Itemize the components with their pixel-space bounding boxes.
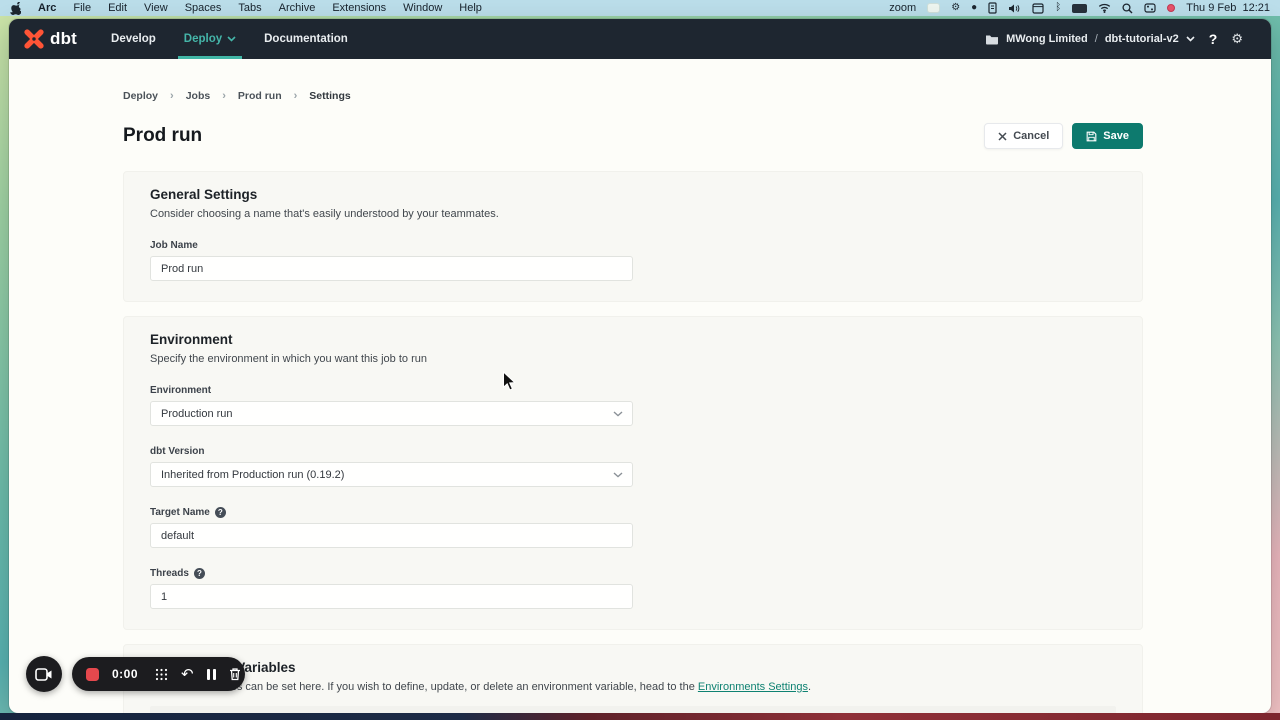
status-circle-icon[interactable]: ●: [971, 2, 977, 14]
recording-toolbar: 0:00 ↶: [72, 657, 245, 691]
video-camera-icon: [35, 668, 53, 681]
delete-recording-button[interactable]: [229, 666, 241, 682]
volume-icon[interactable]: [1008, 2, 1021, 14]
browser-window: dbt Develop Deploy Documentation MWong L…: [9, 19, 1271, 713]
help-button[interactable]: ?: [1209, 31, 1218, 47]
environment-variables-table: Inherited Value Job Override: [150, 706, 1116, 713]
gear-status-icon[interactable]: ⚙: [951, 2, 960, 14]
camera-button[interactable]: [26, 656, 62, 692]
project-name: dbt-tutorial-v2: [1105, 33, 1179, 45]
breadcrumb-deploy[interactable]: Deploy: [123, 90, 158, 102]
recording-dot-icon[interactable]: [1167, 2, 1175, 14]
close-icon: [998, 132, 1007, 141]
breadcrumb: Deploy › Jobs › Prod run › Settings: [123, 90, 1143, 102]
job-name-input[interactable]: [150, 256, 633, 281]
environment-card: Environment Specify the environment in w…: [123, 316, 1143, 630]
threads-label: Threads: [150, 568, 189, 579]
breadcrumb-separator: ›: [170, 90, 174, 102]
menubar-item-view[interactable]: View: [144, 2, 168, 14]
apple-icon[interactable]: [10, 2, 21, 14]
job-name-label: Job Name: [150, 240, 198, 251]
menubar-item-window[interactable]: Window: [403, 2, 442, 14]
menubar-item-spaces[interactable]: Spaces: [185, 2, 222, 14]
control-center-icon[interactable]: [1144, 2, 1156, 14]
breadcrumb-settings: Settings: [309, 90, 350, 102]
menubar-item-archive[interactable]: Archive: [279, 2, 316, 14]
chevron-down-icon: [1186, 36, 1195, 42]
environment-description: Specify the environment in which you wan…: [150, 353, 1116, 365]
general-settings-card: General Settings Consider choosing a nam…: [123, 171, 1143, 302]
dbt-navbar: dbt Develop Deploy Documentation MWong L…: [9, 19, 1271, 59]
doc-status-icon[interactable]: [988, 2, 997, 14]
threads-help-icon[interactable]: ?: [194, 568, 205, 579]
nav-develop[interactable]: Develop: [105, 19, 162, 59]
desktop-background: Arc File Edit View Spaces Tabs Archive E…: [0, 0, 1280, 720]
target-name-help-icon[interactable]: ?: [215, 507, 226, 518]
environments-settings-link[interactable]: Environments Settings: [698, 681, 808, 693]
bluetooth-icon[interactable]: ᛒ: [1055, 2, 1061, 14]
menubar-item-help[interactable]: Help: [459, 2, 482, 14]
threads-input[interactable]: [150, 584, 633, 609]
menubar-item-edit[interactable]: Edit: [108, 2, 127, 14]
page-title: Prod run: [123, 125, 202, 147]
search-icon[interactable]: [1122, 2, 1133, 14]
breadcrumb-prod-run[interactable]: Prod run: [238, 90, 282, 102]
folder-icon: [985, 34, 999, 45]
environment-title: Environment: [150, 332, 1116, 347]
breadcrumb-separator: ›: [294, 90, 298, 102]
general-settings-title: General Settings: [150, 187, 1116, 202]
nav-deploy[interactable]: Deploy: [178, 19, 242, 59]
zoom-menubar-label[interactable]: zoom: [889, 2, 916, 14]
dbt-version-label: dbt Version: [150, 446, 204, 457]
environment-variables-description: Job-level overrides can be set here. If …: [150, 681, 1116, 693]
environment-variables-title: Environment Variables: [150, 660, 1116, 675]
stop-recording-button[interactable]: [86, 668, 99, 681]
environment-select[interactable]: Production run: [150, 401, 633, 426]
nav-documentation[interactable]: Documentation: [258, 19, 354, 59]
environment-label: Environment: [150, 385, 211, 396]
pause-button[interactable]: [207, 666, 216, 682]
target-name-input[interactable]: [150, 523, 633, 548]
save-button[interactable]: Save: [1072, 123, 1143, 149]
screenshare-icon[interactable]: [927, 2, 940, 14]
menubar-item-extensions[interactable]: Extensions: [332, 2, 386, 14]
wifi-icon[interactable]: [1098, 2, 1111, 14]
recording-timer: 0:00: [112, 667, 138, 681]
undo-button[interactable]: ↶: [181, 666, 194, 682]
menubar-app-name[interactable]: Arc: [38, 2, 56, 14]
chevron-down-icon: [613, 411, 623, 417]
breadcrumb-jobs[interactable]: Jobs: [186, 90, 211, 102]
chevron-down-icon: [613, 472, 623, 478]
general-settings-description: Consider choosing a name that's easily u…: [150, 208, 1116, 220]
dbt-version-select[interactable]: Inherited from Production run (0.19.2): [150, 462, 633, 487]
breadcrumb-separator: ›: [222, 90, 226, 102]
trash-icon: [229, 667, 241, 681]
account-name: MWong Limited: [1006, 33, 1088, 45]
window-status-icon[interactable]: [1032, 2, 1044, 14]
brand-name: dbt: [50, 29, 77, 49]
account-separator: /: [1095, 33, 1098, 45]
target-name-label: Target Name: [150, 507, 210, 518]
menubar-clock[interactable]: Thu 9 Feb 12:21: [1186, 2, 1270, 14]
cancel-button[interactable]: Cancel: [984, 123, 1063, 149]
save-disk-icon: [1086, 131, 1097, 142]
dots-grid-icon: [155, 668, 168, 681]
page-body: Deploy › Jobs › Prod run › Settings Prod…: [9, 59, 1271, 713]
menubar-item-tabs[interactable]: Tabs: [238, 2, 261, 14]
pointer-grid-button[interactable]: [155, 666, 168, 682]
menubar-item-file[interactable]: File: [73, 2, 91, 14]
desktop-bottom-edge: [0, 713, 1280, 720]
dbt-logo[interactable]: dbt: [21, 26, 77, 52]
battery-icon[interactable]: [1072, 2, 1087, 14]
account-project-selector[interactable]: MWong Limited / dbt-tutorial-v2: [985, 33, 1195, 45]
dbt-logo-icon: [21, 26, 47, 52]
chevron-down-icon: [227, 36, 236, 42]
macos-menubar: Arc File Edit View Spaces Tabs Archive E…: [0, 0, 1280, 16]
settings-gear-button[interactable]: ⚙: [1231, 31, 1243, 47]
environment-variables-card: Environment Variables Job-level override…: [123, 644, 1143, 713]
